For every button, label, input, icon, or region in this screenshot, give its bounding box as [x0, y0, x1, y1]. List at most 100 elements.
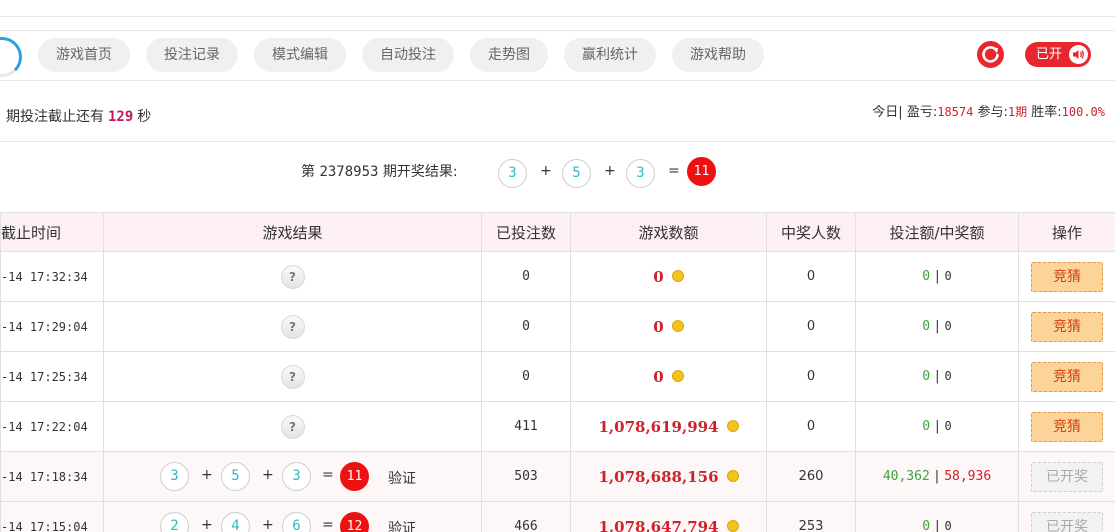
coin-icon: [726, 520, 739, 532]
profit-value: 18574: [937, 105, 974, 119]
nav-game-help[interactable]: 游戏帮助: [672, 38, 764, 72]
today-label: 今日|: [872, 105, 903, 120]
result-cell: ?: [103, 301, 482, 352]
sound-toggle-label: 已开: [1036, 47, 1063, 62]
bet-value: 0: [922, 369, 931, 384]
amount-value: 0: [653, 317, 664, 336]
top-strip: [0, 0, 1115, 17]
bet-value: 0: [922, 319, 931, 334]
bet-countdown: 期投注截止还有 129 秒: [6, 106, 151, 126]
plus-sign: +: [604, 163, 616, 179]
amount-cell: 1,078,688,156: [570, 451, 767, 502]
action-cell: 竞猜: [1018, 301, 1115, 352]
winrate-label: 胜率:: [1031, 105, 1062, 120]
plus-sign: +: [262, 466, 274, 483]
guess-button[interactable]: 竞猜: [1031, 361, 1103, 392]
nav-home[interactable]: 游戏首页: [38, 38, 130, 72]
guess-button[interactable]: 竞猜: [1031, 311, 1103, 342]
action-cell: 竞猜: [1018, 401, 1115, 452]
bet-count-cell: 503: [481, 451, 571, 502]
header-result: 游戏结果: [103, 212, 482, 252]
daily-stats: 今日| 盈亏:18574 参与:1期 胜率:100.0%: [872, 101, 1105, 120]
action-cell: 已开奖: [1018, 451, 1115, 502]
coin-icon: [726, 420, 739, 432]
countdown-suffix: 秒: [137, 109, 152, 125]
nav-trend-chart[interactable]: 走势图: [470, 38, 548, 72]
result-sum-ball: 11: [340, 461, 369, 491]
nav-profit-stats[interactable]: 赢利统计: [564, 38, 656, 72]
header-deadline: 截止时间: [0, 212, 104, 252]
result-cell: 3 + 5 + 3 = 11 验证: [103, 451, 482, 502]
plus-sign: +: [262, 516, 274, 532]
bet-count-cell: 0: [481, 251, 571, 302]
deadline-cell: -14 17:18:34: [0, 451, 104, 502]
deadline-cell: -14 17:29:04: [0, 301, 104, 352]
header-bet-count: 已投注数: [481, 212, 571, 252]
winners-cell: 0: [766, 301, 856, 352]
result-ball: 6: [282, 511, 311, 532]
table-row: -14 17:22:04 ? 411 1,078,619,994 0 0 | 0 竞…: [0, 401, 1115, 452]
bet-value: 0: [922, 519, 931, 532]
verify-link[interactable]: 验证: [388, 468, 416, 488]
result-cell: 2 + 4 + 6 = 12 验证: [103, 501, 482, 532]
latest-prefix: 第: [301, 164, 315, 180]
winners-cell: 0: [766, 401, 856, 452]
guess-button[interactable]: 竞猜: [1031, 261, 1103, 292]
bet-win-cell: 0 | 0: [855, 401, 1019, 452]
drawn-status-button: 已开奖: [1031, 511, 1103, 532]
table-row: -14 17:29:04 ? 0 0 0 0 | 0 竞猜: [0, 301, 1115, 352]
bet-value: 0: [922, 269, 931, 284]
latest-result-text: 第 2378953 期开奖结果:: [301, 161, 458, 181]
amount-value: 1,078,688,156: [598, 467, 719, 486]
action-cell: 竞猜: [1018, 251, 1115, 302]
result-ball: 3: [498, 159, 527, 188]
coin-icon: [671, 270, 684, 282]
sound-toggle-button[interactable]: 已开: [1025, 42, 1091, 67]
bet-count-cell: 0: [481, 301, 571, 352]
win-value: 58,936: [944, 469, 992, 484]
deadline-cell: -14 17:32:34: [0, 251, 104, 302]
result-cell: ?: [103, 401, 482, 452]
amount-cell: 1,078,647,794: [570, 501, 767, 532]
profit-label: 盈亏:: [906, 105, 938, 120]
nav-bet-records[interactable]: 投注记录: [146, 38, 238, 72]
countdown-prefix: 期投注截止还有: [6, 109, 104, 125]
amount-cell: 0: [570, 301, 767, 352]
results-table: 截止时间 游戏结果 已投注数 游戏数额 中奖人数 投注额/中奖额 操作 -14 …: [0, 212, 1115, 532]
result-ball: 3: [160, 461, 189, 491]
bet-win-cell: 0 | 0: [855, 251, 1019, 302]
amount-cell: 1,078,619,994: [570, 401, 767, 452]
nav-mode-edit[interactable]: 模式编辑: [254, 38, 346, 72]
table-row: -14 17:25:34 ? 0 0 0 0 | 0 竞猜: [0, 351, 1115, 402]
result-cell: ?: [103, 351, 482, 402]
bet-win-cell: 0 | 0: [855, 301, 1019, 352]
refresh-button[interactable]: [977, 41, 1004, 68]
result-ball: 4: [221, 511, 250, 532]
header-bet-win: 投注额/中奖额: [855, 212, 1019, 252]
header-amount: 游戏数额: [570, 212, 767, 252]
table-row: -14 17:18:34 3 + 5 + 3 = 11 验证 503 1,078…: [0, 451, 1115, 502]
join-value: 1期: [1007, 105, 1028, 119]
winrate-value: 100.0%: [1061, 105, 1105, 119]
winners-cell: 260: [766, 451, 856, 502]
equals-sign: =: [322, 516, 334, 532]
result-ball: 2: [160, 511, 189, 532]
question-mark-icon: ?: [280, 314, 305, 339]
win-value: 0: [944, 419, 952, 433]
equals-sign: =: [322, 466, 334, 483]
guess-button[interactable]: 竞猜: [1031, 411, 1103, 442]
verify-link[interactable]: 验证: [388, 518, 416, 532]
deadline-cell: -14 17:22:04: [0, 401, 104, 452]
result-ball: 3: [626, 159, 655, 188]
amount-cell: 0: [570, 251, 767, 302]
bet-win-cell: 0 | 0: [855, 351, 1019, 402]
amount-value: 0: [653, 267, 664, 286]
header-winners: 中奖人数: [766, 212, 856, 252]
countdown-seconds: 129: [108, 109, 134, 125]
nav-auto-bet[interactable]: 自动投注: [362, 38, 454, 72]
bet-value: 0: [922, 419, 931, 434]
result-ball: 3: [282, 461, 311, 491]
question-mark-icon: ?: [280, 414, 305, 439]
bet-count-cell: 466: [481, 501, 571, 532]
result-ball: 5: [221, 461, 250, 491]
